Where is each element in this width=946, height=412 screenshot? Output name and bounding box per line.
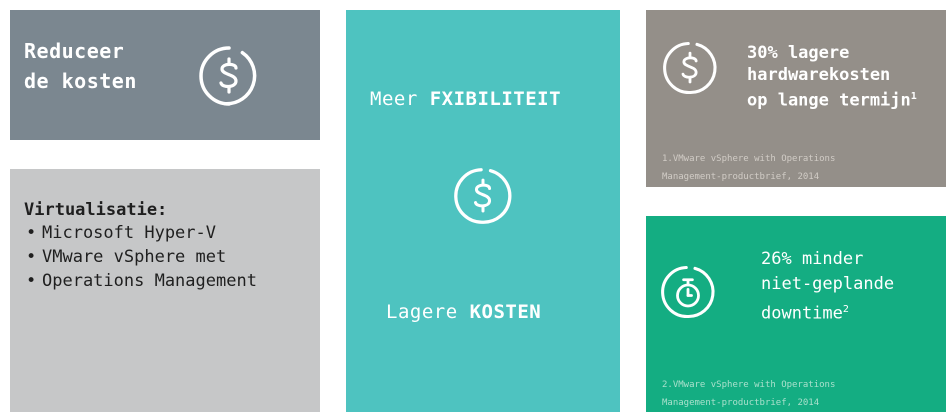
hardware-cost-text: 30% lagere hardwarekosten op lange termi…: [747, 42, 917, 112]
footnote-mark: 2: [842, 304, 849, 315]
stopwatch-icon: [661, 265, 715, 319]
hardware-footnote-line1: 1.VMware vSphere with Operations: [662, 154, 836, 164]
reduce-costs-title-line1: Reduceer: [24, 39, 125, 63]
downtime-text: 26% minder niet-geplande downtime2: [761, 247, 894, 327]
hardware-cost-panel: 30% lagere hardwarekosten op lange termi…: [646, 10, 946, 187]
flexibility-panel: Meer FXIBILITEIT Lagere KOSTEN: [346, 10, 620, 412]
list-item: Microsoft Hyper-V: [24, 221, 257, 245]
virtualization-list: Microsoft Hyper-V VMware vSphere met Ope…: [24, 221, 257, 293]
downtime-line3-wrap: downtime2: [761, 297, 894, 327]
downtime-line3: downtime: [761, 303, 843, 324]
hardware-cost-line3: op lange termijn: [747, 90, 911, 111]
list-item: VMware vSphere met: [24, 245, 257, 269]
downtime-footnote: 2.VMware vSphere with Operations Managem…: [662, 376, 835, 412]
downtime-line1: 26% minder: [761, 249, 864, 269]
downtime-line2: niet-geplande: [761, 274, 895, 294]
flexibility-line: Meer FXIBILITEIT: [370, 88, 561, 110]
dollar-circle-icon: [663, 41, 717, 95]
downtime-footnote-line1: 2.VMware vSphere with Operations: [662, 380, 836, 390]
reduce-costs-panel: Reduceer de kosten: [10, 10, 320, 140]
footnote-mark: 1: [910, 91, 917, 102]
downtime-panel: 26% minder niet-geplande downtime2 2.VMw…: [646, 216, 946, 412]
virtualization-panel: Virtualisatie: Microsoft Hyper-V VMware …: [10, 169, 320, 412]
hardware-cost-line3-wrap: op lange termijn1: [747, 86, 917, 112]
reduce-costs-title: Reduceer de kosten: [24, 36, 137, 96]
virtualization-heading: Virtualisatie:: [24, 200, 168, 220]
dollar-circle-icon: [454, 168, 512, 224]
dollar-circle-icon: [199, 46, 257, 106]
flexibility-keyword: FXIBILITEIT: [429, 88, 562, 110]
flexibility-prefix: Meer: [370, 88, 418, 110]
costs-prefix: Lagere: [386, 301, 458, 323]
hardware-cost-line1: 30% lagere: [747, 43, 850, 63]
downtime-footnote-line2: Management-productbrief, 2014: [662, 398, 820, 408]
reduce-costs-title-line2: de kosten: [24, 69, 137, 93]
hardware-cost-line2: hardwarekosten: [747, 65, 891, 85]
hardware-footnote-line2: Management-productbrief, 2014: [662, 172, 820, 182]
hardware-footnote: 1.VMware vSphere with Operations Managem…: [662, 150, 835, 186]
costs-keyword: KOSTEN: [469, 301, 542, 323]
costs-line: Lagere KOSTEN: [386, 301, 541, 323]
list-item-continuation: Operations Management: [24, 269, 257, 293]
